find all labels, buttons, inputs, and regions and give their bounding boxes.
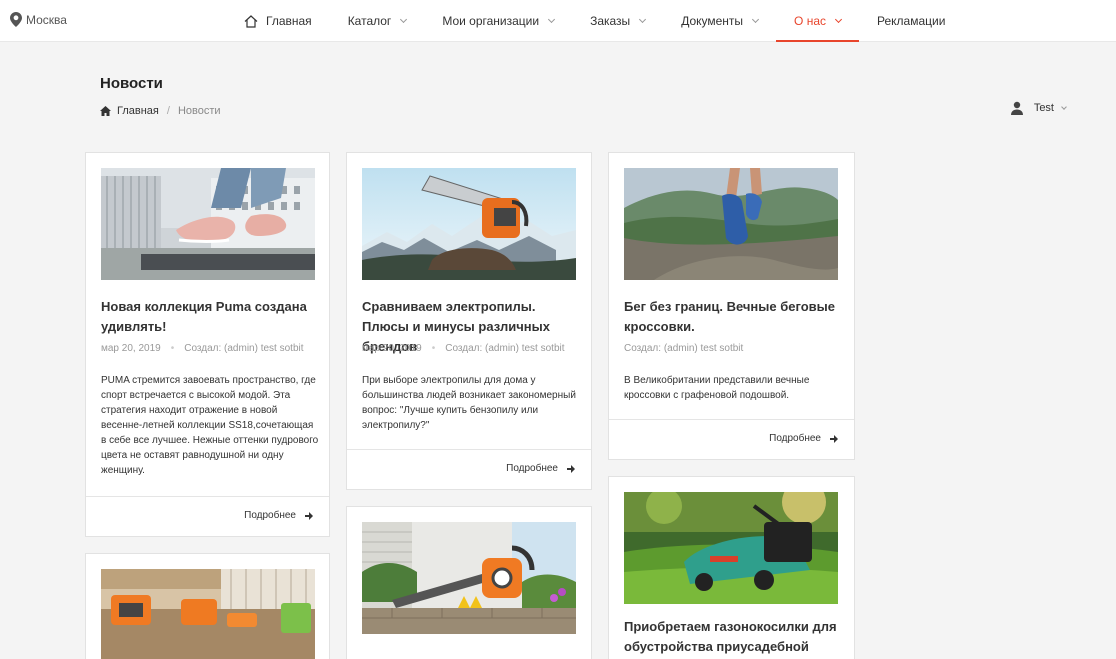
home-icon [100, 106, 111, 116]
nav-label: Каталог [347, 14, 392, 28]
city-label: Москва [26, 12, 67, 27]
read-more-link[interactable]: Подробнее [244, 510, 313, 521]
nav-item-organizations[interactable]: Мои организации [424, 0, 572, 42]
nav-item-orders[interactable]: Заказы [572, 0, 663, 42]
breadcrumb-current: Новости [177, 105, 221, 117]
nav-item-documents[interactable]: Документы [663, 0, 776, 42]
news-title[interactable]: Бег без границ. Вечные беговые кроссовки… [624, 297, 844, 337]
card-footer: Подробнее [86, 496, 329, 536]
news-author: Создал: (admin) test sotbit [184, 343, 304, 354]
nav-label: Рекламации [877, 14, 946, 28]
user-name: Test [1033, 102, 1054, 114]
news-image[interactable] [624, 168, 838, 280]
arrow-right-icon [830, 434, 838, 443]
news-title[interactable]: Приобретаем газонокосилки для обустройст… [624, 617, 844, 657]
chevron-down-icon [548, 15, 556, 23]
garden-tools-photo [101, 569, 315, 659]
location-pin-icon [10, 12, 22, 27]
nav-item-about[interactable]: О нас [776, 0, 859, 42]
news-date: мар 20, 2019 [101, 343, 161, 354]
city-selector[interactable]: Москва [10, 12, 67, 27]
news-text: PUMA стремится завоевать пространство, г… [101, 375, 319, 476]
read-more-label: Подробнее [244, 510, 296, 521]
lawn-mower-photo [624, 492, 838, 604]
nav-label: Заказы [590, 14, 631, 28]
nav-label: Документы [681, 14, 744, 28]
read-more-label: Подробнее [769, 433, 821, 444]
news-meta: мар 20, 2019 • Создал: (admin) test sotbit [362, 343, 565, 354]
nav-label: Мои организации [442, 14, 540, 28]
news-image[interactable] [101, 168, 315, 280]
read-more-label: Подробнее [506, 463, 558, 474]
news-image[interactable] [362, 168, 576, 280]
chevron-down-icon [834, 15, 843, 23]
chevron-down-icon [639, 15, 647, 23]
card-footer: Подробнее [609, 419, 854, 459]
news-card [85, 553, 330, 659]
card-footer: Подробнее [347, 449, 591, 489]
news-card [346, 506, 592, 659]
running-shoes-photo [624, 168, 838, 280]
news-author: Создал: (admin) test sotbit [624, 343, 744, 354]
chevron-down-icon [752, 15, 760, 23]
news-date: мар 20, 2019 [362, 343, 422, 354]
news-card: Бег без границ. Вечные беговые кроссовки… [608, 152, 855, 460]
news-card: Новая коллекция Puma создана удивлять! м… [85, 152, 330, 537]
nav-label: О нас [794, 14, 827, 28]
news-meta: мар 20, 2019 • Создал: (admin) test sotbit [101, 343, 304, 354]
page-title: Новости [100, 75, 163, 92]
news-image[interactable] [624, 492, 838, 604]
sneakers-photo [101, 168, 315, 280]
news-title[interactable]: Новая коллекция Puma создана удивлять! [101, 297, 321, 337]
breadcrumb: Главная / Новости [100, 105, 221, 117]
news-text: В Великобритании представили вечные крос… [624, 375, 810, 401]
home-icon [244, 14, 258, 28]
nav-item-complaints[interactable]: Рекламации [859, 0, 963, 42]
news-card: Приобретаем газонокосилки для обустройст… [608, 476, 855, 659]
breadcrumb-home-link[interactable]: Главная [117, 105, 159, 117]
main-menu: Главная Каталог Мои организации Заказы Д… [226, 0, 963, 42]
news-text: При выборе электропилы для дома у больши… [362, 375, 576, 431]
leaf-blower-photo [362, 522, 576, 634]
chainsaw-photo [362, 168, 576, 280]
nav-item-home[interactable]: Главная [226, 0, 330, 42]
read-more-link[interactable]: Подробнее [769, 433, 838, 444]
user-icon [1010, 101, 1023, 115]
arrow-right-icon [305, 511, 313, 520]
read-more-link[interactable]: Подробнее [506, 463, 575, 474]
chevron-down-icon [400, 15, 408, 23]
news-meta: Создал: (admin) test sotbit [624, 343, 743, 354]
arrow-right-icon [567, 464, 575, 473]
nav-item-catalog[interactable]: Каталог [330, 0, 425, 42]
user-menu[interactable]: Test [1010, 101, 1067, 115]
top-navigation-bar: Москва Главная Каталог Мои организации З… [0, 0, 1116, 42]
nav-label: Главная [266, 14, 312, 28]
news-author: Создал: (admin) test sotbit [445, 343, 565, 354]
breadcrumb-separator: / [166, 105, 170, 117]
chevron-down-icon [1061, 103, 1067, 110]
news-image[interactable] [362, 522, 576, 634]
news-image[interactable] [101, 569, 315, 659]
news-card: Сравниваем электропилы. Плюсы и минусы р… [346, 152, 592, 490]
